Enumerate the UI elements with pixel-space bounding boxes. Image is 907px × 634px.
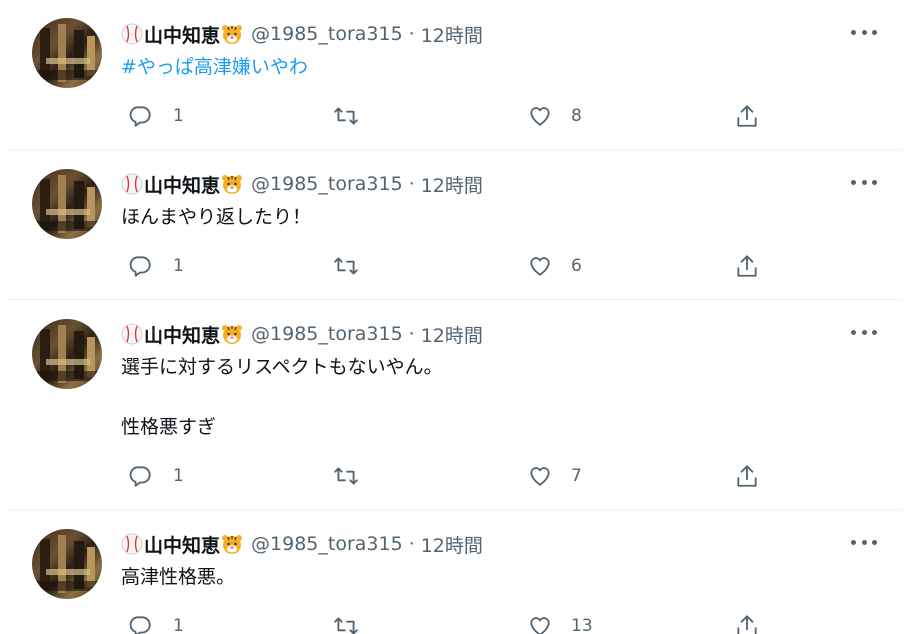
avatar[interactable] (32, 169, 102, 239)
tweet[interactable]: 山中知恵 @1985_tora315 · 12時間 ほんまやり返したり！ 1 6 (6, 149, 903, 299)
retweet-button[interactable] (333, 611, 379, 634)
retweet-button[interactable] (333, 461, 379, 491)
timeline: 山中知恵 @1985_tora315 · 12時間 #やっぱ高津嫌いやわ 1 8 (0, 0, 907, 634)
heart-icon (530, 257, 550, 276)
tiger-face-icon (221, 533, 243, 555)
share-button[interactable] (734, 461, 760, 491)
tweet-text[interactable]: #やっぱ高津嫌いやわ (121, 52, 308, 82)
retweet-icon (334, 107, 358, 125)
tweet-header: 山中知恵 @1985_tora315 · 12時間 (121, 320, 483, 348)
separator-dot: · (408, 533, 415, 555)
action-bar: 1 13 (121, 611, 781, 634)
more-icon (851, 29, 856, 35)
action-bar: 1 6 (121, 251, 781, 281)
reply-icon (129, 256, 151, 277)
reply-button[interactable]: 1 (127, 251, 184, 281)
action-bar: 1 8 (121, 101, 781, 131)
display-name[interactable]: 山中知恵 (144, 171, 220, 198)
more-icon (851, 179, 856, 185)
reply-count: 1 (173, 256, 184, 276)
display-name[interactable]: 山中知恵 (144, 531, 220, 558)
tweet[interactable]: 山中知恵 @1985_tora315 · 12時間 #やっぱ高津嫌いやわ 1 8 (6, 0, 903, 149)
reply-button[interactable]: 1 (127, 461, 184, 491)
retweet-button[interactable] (333, 101, 379, 131)
separator-dot: · (408, 173, 415, 195)
tiger-face-icon (221, 23, 243, 45)
reply-count: 1 (173, 466, 184, 486)
more-button[interactable] (851, 532, 877, 552)
heart-icon (530, 107, 550, 126)
like-button[interactable]: 6 (527, 251, 582, 281)
share-button[interactable] (734, 101, 760, 131)
tweet-header: 山中知恵 @1985_tora315 · 12時間 (121, 530, 483, 558)
reply-count: 1 (173, 106, 184, 126)
retweet-icon (334, 257, 358, 275)
baseball-icon (121, 23, 143, 45)
user-handle[interactable]: @1985_tora315 (251, 23, 403, 45)
retweet-button[interactable] (333, 251, 379, 281)
like-count: 6 (571, 256, 582, 276)
share-button[interactable] (734, 611, 760, 634)
retweet-icon (334, 467, 358, 485)
retweet-icon (334, 617, 358, 634)
like-count: 8 (571, 106, 582, 126)
display-name[interactable]: 山中知恵 (144, 21, 220, 48)
share-icon (737, 615, 757, 634)
tweet-header: 山中知恵 @1985_tora315 · 12時間 (121, 170, 483, 198)
tiger-face-icon (221, 173, 243, 195)
reply-icon (129, 466, 151, 487)
user-handle[interactable]: @1985_tora315 (251, 533, 403, 555)
more-button[interactable] (851, 22, 877, 42)
like-count: 7 (571, 466, 582, 486)
tiger-face-icon (221, 323, 243, 345)
user-handle[interactable]: @1985_tora315 (251, 323, 403, 345)
tweet-text[interactable]: ほんまやり返したり！ (121, 202, 311, 232)
timestamp[interactable]: 12時間 (421, 21, 483, 48)
timestamp[interactable]: 12時間 (421, 171, 483, 198)
share-icon (737, 255, 757, 277)
reply-button[interactable]: 1 (127, 611, 184, 634)
separator-dot: · (408, 23, 415, 45)
more-icon (851, 329, 856, 335)
share-icon (737, 105, 757, 127)
tweet-header: 山中知恵 @1985_tora315 · 12時間 (121, 20, 483, 48)
action-bar: 1 7 (121, 461, 781, 491)
tweet-text[interactable]: 選手に対するリスペクトもないやん。 性格悪すぎ (121, 352, 443, 442)
heart-icon (530, 467, 550, 486)
like-button[interactable]: 8 (527, 101, 582, 131)
reply-button[interactable]: 1 (127, 101, 184, 131)
avatar[interactable] (32, 529, 102, 599)
reply-count: 1 (173, 616, 184, 634)
timestamp[interactable]: 12時間 (421, 321, 483, 348)
baseball-icon (121, 533, 143, 555)
tweet-text[interactable]: 高津性格悪。 (121, 562, 235, 592)
share-button[interactable] (734, 251, 760, 281)
tweet[interactable]: 山中知恵 @1985_tora315 · 12時間 選手に対するリスペクトもない… (6, 299, 903, 509)
more-icon (851, 539, 856, 545)
reply-icon (129, 106, 151, 127)
heart-icon (530, 617, 550, 634)
avatar[interactable] (32, 319, 102, 389)
like-count: 13 (571, 616, 593, 634)
reply-icon (129, 616, 151, 634)
baseball-icon (121, 173, 143, 195)
like-button[interactable]: 7 (527, 461, 582, 491)
more-button[interactable] (851, 322, 877, 342)
timestamp[interactable]: 12時間 (421, 531, 483, 558)
more-button[interactable] (851, 172, 877, 192)
share-icon (737, 465, 757, 487)
display-name[interactable]: 山中知恵 (144, 321, 220, 348)
user-handle[interactable]: @1985_tora315 (251, 173, 403, 195)
tweet[interactable]: 山中知恵 @1985_tora315 · 12時間 高津性格悪。 1 13 (6, 509, 903, 634)
avatar[interactable] (32, 18, 102, 88)
baseball-icon (121, 323, 143, 345)
like-button[interactable]: 13 (527, 611, 593, 634)
separator-dot: · (408, 323, 415, 345)
